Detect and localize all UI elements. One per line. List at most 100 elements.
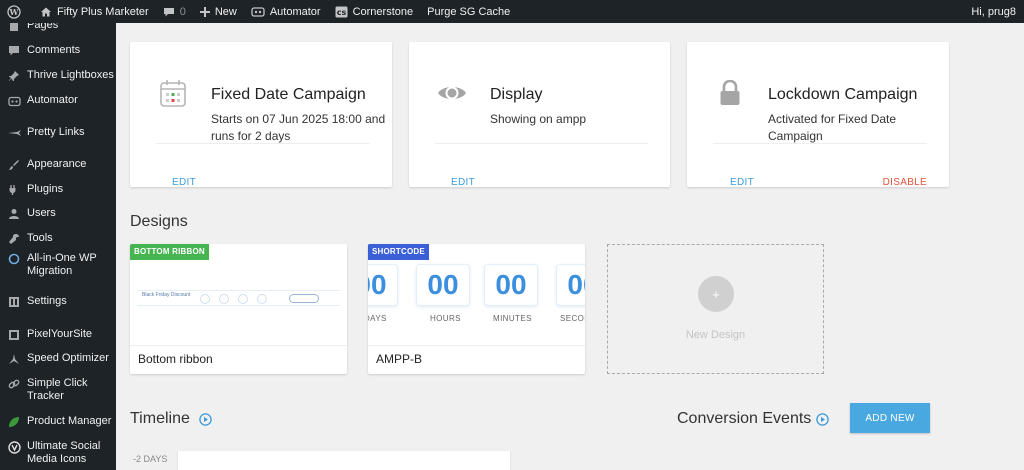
design-divider: [130, 345, 347, 346]
card-title: Display: [490, 86, 543, 103]
card-description: Showing on ampp: [490, 112, 587, 126]
sidebar-item-speed-optimizer[interactable]: Speed Optimizer: [0, 352, 116, 366]
my-account-link[interactable]: Hi, prug8: [964, 0, 1024, 23]
countdown-seconds-label: SECONDS: [560, 314, 585, 323]
pin-icon: [7, 69, 21, 83]
card-description: Activated for Fixed Date Campaign: [768, 112, 897, 143]
site-name-link[interactable]: Fifty Plus Marketer: [33, 0, 156, 23]
new-design-button[interactable]: + New Design: [607, 244, 824, 374]
card-divider: [713, 143, 927, 144]
timeline-event-card[interactable]: [178, 451, 510, 470]
preview-dot: [200, 294, 210, 304]
robot-icon: [7, 94, 21, 108]
new-label: New: [214, 5, 237, 18]
user-icon: [7, 207, 21, 221]
card-title: Lockdown Campaign: [768, 86, 918, 103]
preview-button: [289, 294, 319, 303]
add-new-conversion-button[interactable]: ADD NEW: [850, 403, 930, 433]
admin-bar: W Fifty Plus Marketer 0 New Automator cs…: [0, 0, 1024, 23]
cornerstone-icon: cs: [335, 6, 348, 17]
sidebar-item-users[interactable]: Users: [0, 207, 116, 221]
designs-heading: Designs: [130, 213, 188, 230]
sidebar-item-all-in-one-wp-migration[interactable]: All-in-One WP Migration: [0, 252, 116, 278]
plus-icon: +: [698, 276, 734, 312]
preview-dot: [257, 294, 267, 304]
timeline-days-label: -2 DAYS: [133, 454, 168, 464]
design-type-badge-overlay: SHORTCODE: [368, 244, 429, 260]
sidebar-item-pages[interactable]: Pages: [0, 23, 116, 33]
lock-icon: [713, 76, 747, 110]
design-divider: [368, 345, 585, 346]
play-circle-icon[interactable]: [199, 413, 212, 426]
countdown-hours-label: HOURS: [430, 314, 461, 323]
disable-lockdown-link[interactable]: DISABLE: [883, 177, 927, 188]
fixed-date-campaign-card: Fixed Date Campaign Starts on 07 Jun 202…: [130, 42, 392, 188]
comments-link[interactable]: 0: [156, 0, 193, 23]
sidebar-item-pixelyoursite[interactable]: PixelYourSite: [0, 328, 116, 342]
pixelyoursite-icon: [7, 328, 21, 342]
sidebar-item-ultimate-social-media-icons[interactable]: Ultimate Social Media Icons: [0, 440, 116, 466]
conversion-events-heading: Conversion Events: [677, 410, 812, 427]
sidebar-item-thrive-lightboxes[interactable]: Thrive Lightboxes: [0, 69, 116, 83]
comments-count: 0: [179, 5, 186, 18]
design-card-ampp-b[interactable]: SHORTCODE 00 00 00 00 DAYS HOURS MINUTES…: [368, 244, 585, 374]
design-type-badge: BOTTOM RIBBON: [130, 244, 209, 260]
wrench-icon: [7, 232, 21, 246]
wordpress-icon: W: [7, 4, 21, 19]
sidebar-item-simple-click-tracker[interactable]: Simple Click Tracker: [0, 377, 116, 403]
countdown-minutes-label: MINUTES: [493, 314, 532, 323]
greeting: Hi, prug8: [971, 5, 1016, 18]
sidebar-item-comments[interactable]: Comments: [0, 44, 116, 58]
sidebar-item-appearance[interactable]: Appearance: [0, 158, 116, 172]
edit-display-link[interactable]: EDIT: [451, 177, 475, 188]
card-title: Fixed Date Campaign: [211, 86, 366, 103]
sidebar-item-plugins[interactable]: Plugins: [0, 183, 116, 197]
edit-schedule-link[interactable]: EDIT: [172, 177, 196, 188]
cornerstone-link[interactable]: cs Cornerstone: [328, 0, 421, 23]
sidebar-item-automator[interactable]: Automator: [0, 94, 116, 108]
design-preview: Black Friday Discount: [137, 290, 340, 306]
robot-icon: [251, 6, 265, 17]
cornerstone-label: Cornerstone: [352, 5, 414, 18]
edit-lockdown-link[interactable]: EDIT: [730, 177, 754, 188]
new-content-link[interactable]: New: [193, 0, 244, 23]
display-card: Display Showing on ampp EDIT: [409, 42, 670, 188]
social-media-icon: [7, 440, 21, 454]
preview-dot: [219, 294, 229, 304]
design-card-bottom-ribbon[interactable]: BOTTOM RIBBON Black Friday Discount Bott…: [130, 244, 347, 374]
timeline-heading: Timeline: [130, 410, 190, 427]
comment-bubble-icon: [163, 7, 174, 16]
leaf-icon: [7, 415, 21, 429]
calendar-icon: [156, 76, 190, 110]
sidebar-item-pretty-links[interactable]: Pretty Links: [0, 126, 116, 140]
settings-icon: [7, 295, 21, 309]
sidebar-item-product-manager[interactable]: Product Manager: [0, 415, 116, 429]
automator-link[interactable]: Automator: [244, 0, 328, 23]
sidebar-item-settings[interactable]: Settings: [0, 295, 116, 309]
card-description: Starts on 07 Jun 2025 18:00 and runs for…: [211, 112, 386, 143]
purge-cache-link[interactable]: Purge SG Cache: [420, 0, 517, 23]
preview-title: Black Friday Discount: [142, 292, 191, 298]
speed-optimizer-icon: [7, 352, 21, 366]
svg-text:cs: cs: [336, 8, 346, 17]
paintbrush-icon: [7, 158, 21, 172]
wp-logo-button[interactable]: W: [0, 0, 33, 23]
countdown-days-box: 00: [368, 264, 398, 306]
svg-text:W: W: [9, 7, 20, 17]
home-icon: [41, 7, 51, 16]
eye-icon: [435, 76, 469, 110]
migration-icon: [7, 252, 21, 266]
card-divider: [435, 143, 648, 144]
sidebar-item-tools[interactable]: Tools: [0, 232, 116, 246]
card-divider: [156, 143, 370, 144]
star-trail-icon: [7, 126, 21, 140]
admin-sidebar: Pages Comments Thrive Lightboxes Automat…: [0, 23, 116, 470]
new-design-label: New Design: [685, 329, 746, 341]
countdown-hours-box: 00: [416, 264, 470, 306]
play-circle-icon[interactable]: [816, 413, 829, 426]
pages-icon: [7, 23, 21, 33]
design-name: AMPP-B: [376, 352, 423, 366]
lockdown-campaign-card: Lockdown Campaign Activated for Fixed Da…: [687, 42, 949, 188]
countdown-minutes-box: 00: [484, 264, 538, 306]
countdown-seconds-box: 00: [556, 264, 585, 306]
